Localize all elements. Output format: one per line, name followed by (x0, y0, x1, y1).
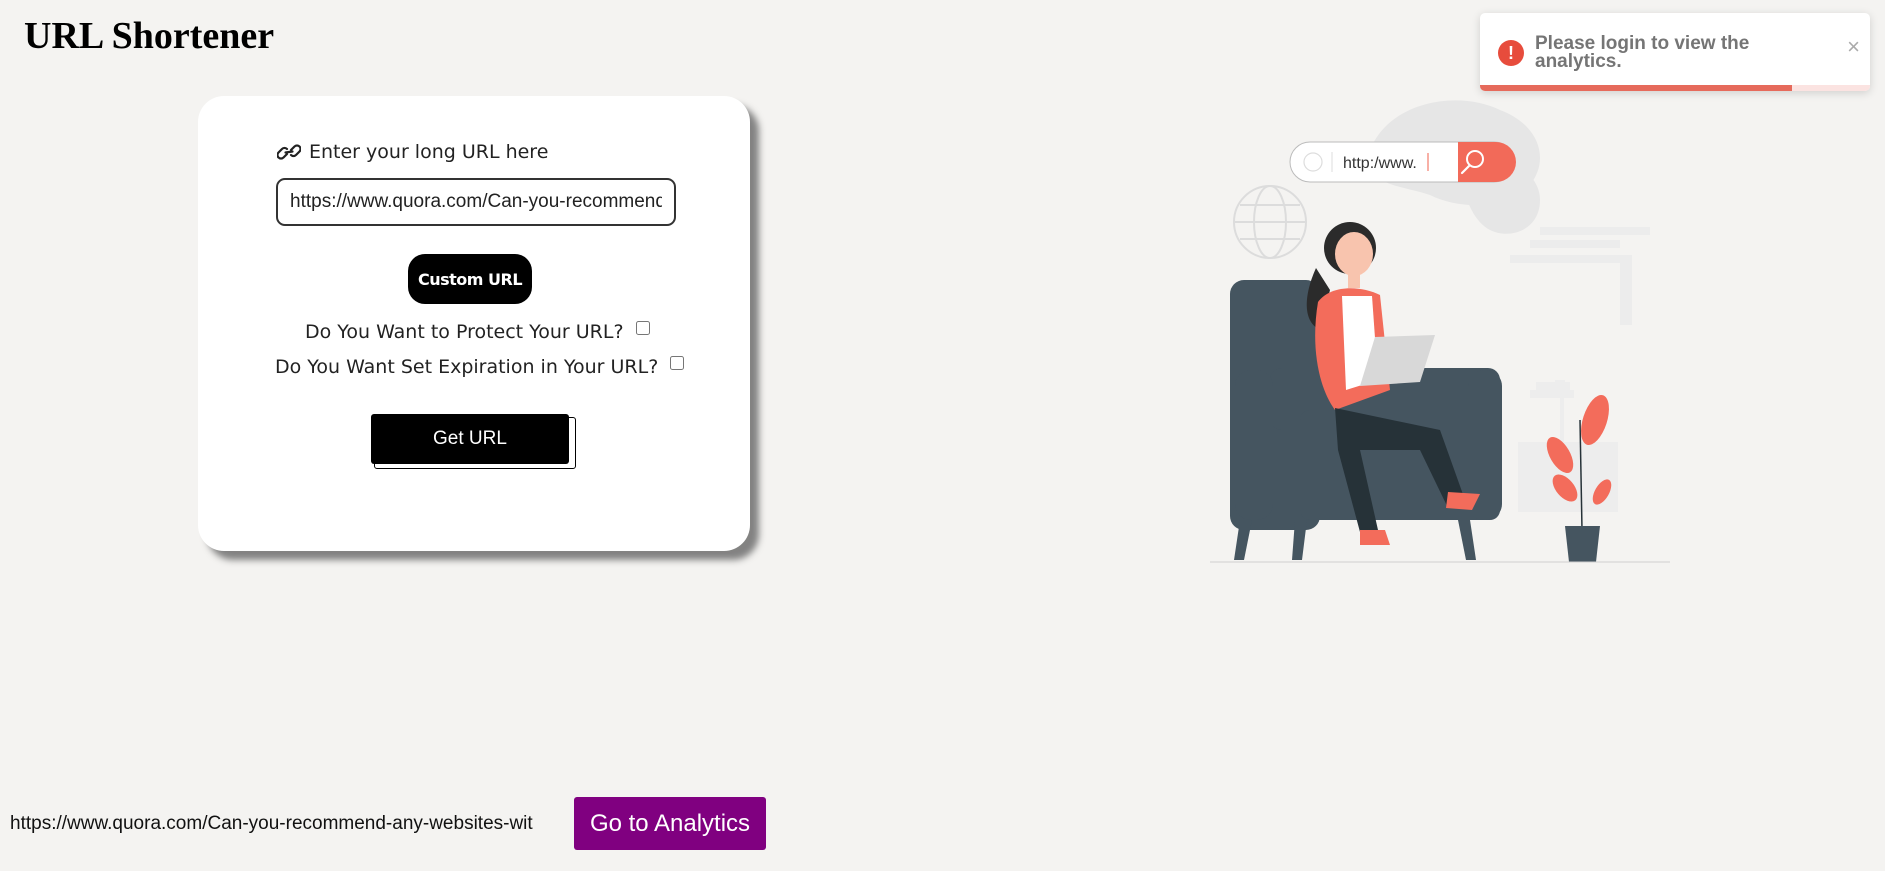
page-title: URL Shortener (24, 15, 275, 57)
get-url-button-wrap: Get URL (371, 414, 576, 470)
globe-graphic (1233, 185, 1307, 259)
error-icon: ! (1498, 40, 1524, 66)
login-toast: ! Please login to view the analytics. × (1480, 13, 1870, 91)
window-lines (1510, 227, 1650, 325)
go-to-analytics-button[interactable]: Go to Analytics (574, 797, 766, 850)
protect-url-label: Do You Want to Protect Your URL? (305, 321, 624, 343)
url-label: Enter your long URL here (309, 141, 549, 163)
search-bar-text: http:/www. (1343, 155, 1417, 172)
custom-url-button[interactable]: Custom URL (408, 254, 532, 304)
get-url-button[interactable]: Get URL (371, 414, 569, 464)
url-form-card: Enter your long URL here Custom URL Do Y… (198, 96, 750, 551)
close-icon[interactable]: × (1847, 36, 1860, 58)
url-label-row: Enter your long URL here (277, 141, 548, 163)
hero-illustration: http:/www. (1210, 90, 1670, 570)
expiration-row: Do You Want Set Expiration in Your URL? (275, 356, 685, 378)
protect-url-row: Do You Want to Protect Your URL? (305, 321, 650, 343)
link-icon (277, 143, 301, 161)
toast-progress-bar (1480, 85, 1792, 91)
expiration-checkbox[interactable] (670, 356, 685, 370)
search-bar-graphic: http:/www. (1289, 141, 1516, 183)
expiration-label: Do You Want Set Expiration in Your URL? (275, 356, 659, 378)
long-url-input[interactable] (276, 178, 676, 226)
toast-message: Please login to view the analytics. (1535, 33, 1750, 72)
protect-url-checkbox[interactable] (635, 321, 650, 335)
short-url-text: https://www.quora.com/Can-you-recommend-… (10, 813, 533, 834)
